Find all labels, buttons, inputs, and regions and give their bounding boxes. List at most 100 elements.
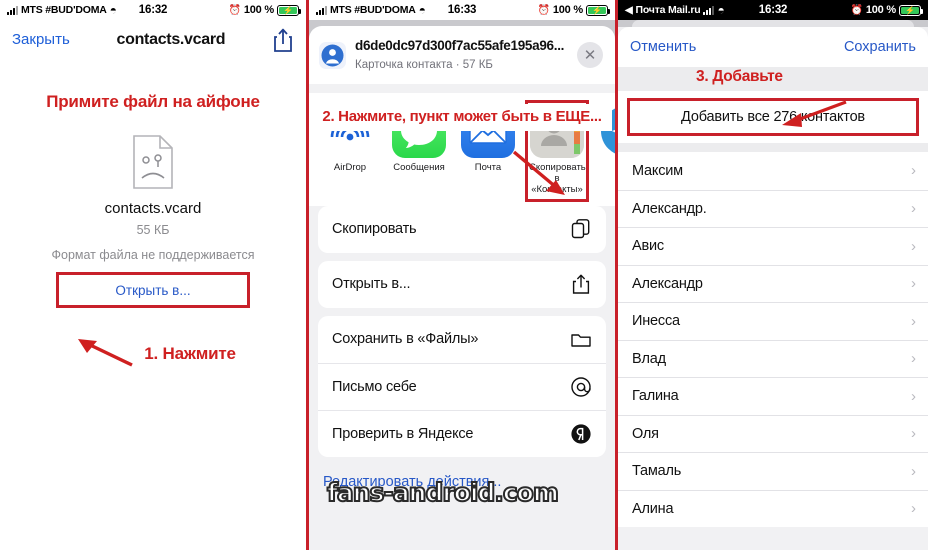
chevron-right-icon: › (911, 275, 916, 293)
contact-name: Влад (632, 350, 666, 367)
shared-file-name: d6de0dc97d300f7ac55afe195a96... (355, 38, 565, 53)
chevron-right-icon: › (911, 462, 916, 480)
share-icon (570, 273, 592, 295)
sheet-divider (309, 84, 615, 93)
share-target-label: AirDrop (333, 162, 367, 173)
file-name-label: contacts.vcard (104, 200, 202, 217)
shared-file-subtitle: Карточка контакта · 57 КБ (355, 59, 493, 71)
contact-row[interactable]: Оля › (618, 414, 928, 453)
watermark: fans-android.com (326, 477, 560, 508)
action-row-mail-to-self[interactable]: Письмо себе (318, 362, 606, 410)
status-bar-panel3: ◀ Почта Mail.ru ◓ 16:32 ⏰ 100 % ⚡ (618, 0, 928, 20)
contact-card-icon (319, 41, 346, 69)
alarm-icon: ⏰ (228, 4, 241, 16)
action-row-copy[interactable]: Скопировать (318, 206, 606, 253)
chevron-right-icon: › (911, 350, 916, 368)
unsupported-format-label: Формат файла не поддерживается (51, 248, 255, 262)
annotation-step-1-label: 1. Нажмите (144, 343, 236, 363)
annotation-arrow-3-icon (768, 98, 850, 137)
wifi-icon: ◓ (109, 3, 117, 17)
panel3-content: Отменить Сохранить Добавить все 276 конт… (618, 20, 928, 550)
contacts-list: Максим › Александр. › Авис › Александр ›… (618, 152, 928, 527)
annotation-step-2: 2. Нажмите, пункт может быть в ЕЩЕ... (312, 104, 612, 132)
annotation-step-3: 3. Добавьте (696, 68, 783, 85)
contact-row[interactable]: Александр. › (618, 189, 928, 228)
contact-row[interactable]: Галина › (618, 377, 928, 415)
page-title: contacts.vcard (116, 30, 226, 48)
folder-icon (570, 328, 592, 350)
signal-bars-icon (7, 5, 18, 15)
contact-row[interactable]: Александр › (618, 264, 928, 303)
chevron-right-icon: › (911, 200, 916, 218)
clock-label: 16:32 (138, 4, 168, 16)
three-screenshot-montage: MTS #BUD'DOMA ◓ 16:32 ⏰ 100 % ⚡ Закрыть … (0, 0, 931, 550)
battery-percent-label: 100 % (552, 4, 584, 16)
share-icon[interactable] (272, 27, 294, 53)
clock-label: 16:33 (447, 4, 477, 16)
share-target-label: Сообщения (393, 162, 445, 173)
document-unsupported-icon (130, 134, 176, 190)
action-label: Сохранить в «Файлы» (332, 331, 479, 348)
contact-name: Инесса (632, 313, 680, 330)
contact-name: Тамаль (632, 463, 682, 480)
action-group-2: Открыть в... (318, 260, 606, 308)
signal-bars-icon (703, 5, 715, 15)
share-sheet-header: d6de0dc97d300f7ac55afe195a96... Карточка… (309, 26, 615, 84)
contact-name: Александр (632, 275, 703, 292)
back-arrow-icon[interactable]: ◀ (625, 5, 633, 16)
battery-icon: ⚡ (586, 4, 611, 16)
contact-name: Оля (632, 425, 659, 442)
open-in-label: Открыть в... (115, 282, 191, 298)
alarm-icon: ⏰ (537, 4, 550, 16)
annotation-step-1: 1. Нажмите (0, 334, 306, 373)
contact-name: Алина (632, 500, 674, 517)
contact-row[interactable]: Алина › (618, 489, 928, 528)
contact-row[interactable]: Влад › (618, 339, 928, 378)
panel-share-sheet: MTS #BUD'DOMA ◓ 16:33 ⏰ 100 % ⚡ Закрыть … (309, 0, 618, 550)
yandex-icon (570, 423, 592, 445)
modal-stack-peek (618, 20, 928, 27)
carrier-label: MTS #BUD'DOMA (21, 4, 107, 16)
close-button[interactable]: Закрыть (12, 31, 70, 48)
contact-name: Максим (632, 162, 683, 179)
action-label: Письмо себе (332, 378, 417, 395)
battery-percent-label: 100 % (865, 4, 897, 16)
panel-add-contacts: ◀ Почта Mail.ru ◓ 16:32 ⏰ 100 % ⚡ Отмени… (618, 0, 928, 550)
back-app-label: Почта Mail.ru (635, 4, 701, 16)
share-target-label: Почта (474, 162, 502, 173)
close-icon[interactable]: ✕ (577, 42, 603, 68)
contact-name: Авис (632, 238, 664, 255)
navigation-bar-panel3: Отменить Сохранить (618, 27, 928, 67)
annotation-arrow-2-icon (511, 148, 573, 205)
contact-name: Александр. (632, 200, 707, 217)
action-row-save-to-files[interactable]: Сохранить в «Файлы» (318, 316, 606, 363)
panel-receive-file: MTS #BUD'DOMA ◓ 16:32 ⏰ 100 % ⚡ Закрыть … (0, 0, 309, 550)
annotation-accept-file: Примите файл на айфоне (46, 92, 260, 111)
contact-row[interactable]: Тамаль › (618, 452, 928, 490)
wifi-icon: ◓ (418, 3, 426, 17)
chevron-right-icon: › (911, 312, 916, 330)
contact-row[interactable]: Авис › (618, 227, 928, 265)
panel1-content: Примите файл на айфоне contacts.vcard 55… (0, 92, 306, 550)
action-label: Проверить в Яндексе (332, 425, 474, 442)
action-group-3: Сохранить в «Файлы» Письмо себе Проверит… (318, 315, 606, 457)
save-button[interactable]: Сохранить (844, 39, 916, 55)
action-row-open-in[interactable]: Открыть в... (318, 261, 606, 308)
contact-row[interactable]: Инесса › (618, 302, 928, 340)
action-row-yandex-check[interactable]: Проверить в Яндексе (318, 409, 606, 457)
chevron-right-icon: › (911, 162, 916, 180)
cancel-button[interactable]: Отменить (630, 39, 696, 55)
action-label: Скопировать (332, 221, 417, 238)
contact-row[interactable]: Максим › (618, 152, 928, 190)
carrier-label: MTS #BUD'DOMA (330, 4, 416, 16)
unsupported-file-block: contacts.vcard 55 КБ Формат файла не под… (0, 134, 306, 262)
clock-label: 16:32 (758, 4, 788, 16)
list-section-gap (618, 143, 928, 152)
chevron-right-icon: › (911, 425, 916, 443)
chevron-right-icon: › (911, 387, 916, 405)
open-in-button[interactable]: Открыть в... (56, 272, 250, 308)
battery-percent-label: 100 % (243, 4, 275, 16)
at-icon (570, 376, 592, 398)
status-bar-panel1: MTS #BUD'DOMA ◓ 16:32 ⏰ 100 % ⚡ (0, 0, 306, 20)
contact-name: Галина (632, 388, 679, 405)
